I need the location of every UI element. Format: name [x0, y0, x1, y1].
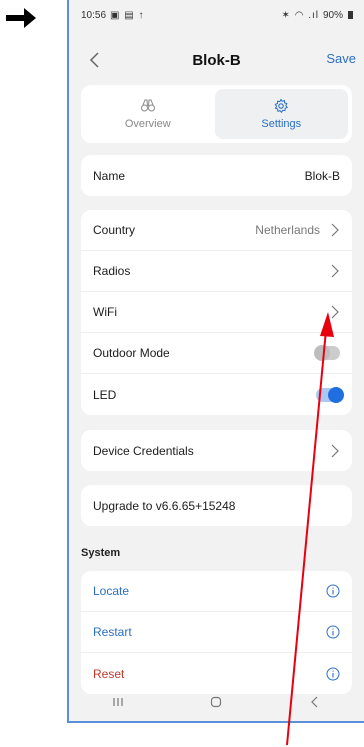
locate-row[interactable]: Locate	[81, 571, 352, 612]
led-label: LED	[93, 387, 117, 402]
credentials-card: Device Credentials	[81, 430, 352, 471]
name-value: Blok-B	[304, 168, 340, 183]
battery-icon	[348, 11, 353, 19]
chevron-right-icon	[331, 444, 339, 457]
led-toggle[interactable]	[316, 386, 344, 403]
tab-settings-label: Settings	[261, 118, 302, 130]
device-credentials-label: Device Credentials	[93, 443, 194, 458]
android-nav-bar	[69, 683, 364, 721]
upgrade-label: Upgrade to v6.6.65+15248	[93, 498, 236, 513]
system-heading: System	[81, 547, 121, 559]
signal-icons: ✶ ◠ .ıl	[281, 9, 319, 21]
right-arrow-icon	[6, 8, 36, 28]
outdoor-mode-label: Outdoor Mode	[93, 346, 170, 360]
tab-overview[interactable]: Overview	[81, 85, 215, 143]
binoculars-icon	[140, 99, 155, 112]
status-bar: 10:56 ▣ ▤ ↑ ✶ ◠ .ıl 90%	[69, 0, 364, 30]
outdoor-mode-toggle[interactable]	[314, 345, 340, 361]
country-value: Netherlands	[255, 223, 320, 237]
status-time: 10:56	[81, 9, 107, 21]
upgrade-card: Upgrade to v6.6.65+15248	[81, 485, 352, 526]
led-row: LED	[81, 374, 352, 415]
page-title: Blok-B	[192, 51, 241, 69]
outdoor-mode-row: Outdoor Mode	[81, 333, 352, 374]
country-label: Country	[93, 223, 136, 237]
radios-row[interactable]: Radios	[81, 251, 352, 292]
battery-level: 90%	[322, 9, 343, 21]
country-row[interactable]: Country Netherlands	[81, 210, 352, 251]
info-icon[interactable]	[326, 584, 340, 598]
chevron-right-icon	[331, 264, 339, 278]
system-card: Locate Restart Reset	[81, 571, 352, 694]
name-label: Name	[93, 168, 126, 183]
toggle-knob	[314, 345, 330, 361]
chevron-right-icon	[331, 223, 339, 237]
home-icon[interactable]	[209, 695, 223, 709]
save-button[interactable]: Save	[326, 51, 356, 66]
info-icon[interactable]	[326, 667, 340, 681]
locate-button[interactable]: Locate	[93, 584, 129, 598]
wifi-label: WiFi	[93, 305, 117, 319]
phone-screen: 10:56 ▣ ▤ ↑ ✶ ◠ .ıl 90% Blok-B Save Over…	[67, 0, 364, 723]
recent-apps-icon[interactable]	[111, 695, 125, 709]
info-icon[interactable]	[326, 625, 340, 639]
nav-bar: Blok-B Save	[69, 44, 364, 76]
name-row[interactable]: Name Blok-B	[81, 155, 352, 196]
tab-settings[interactable]: Settings	[214, 89, 348, 139]
chevron-right-icon	[331, 305, 339, 319]
radios-label: Radios	[93, 264, 131, 278]
device-credentials-row[interactable]: Device Credentials	[81, 430, 352, 471]
restart-button[interactable]: Restart	[93, 625, 132, 639]
back-icon[interactable]	[308, 695, 322, 709]
upgrade-row[interactable]: Upgrade to v6.6.65+15248	[81, 485, 352, 526]
tab-overview-label: Overview	[124, 118, 171, 130]
toggle-knob	[328, 386, 344, 403]
restart-row[interactable]: Restart	[81, 612, 352, 653]
reset-button[interactable]: Reset	[93, 667, 124, 681]
name-card: Name Blok-B	[81, 155, 352, 196]
notification-icons: ▣ ▤ ↑	[110, 9, 145, 21]
wifi-row[interactable]: WiFi	[81, 292, 352, 333]
tab-bar: Overview Settings	[81, 85, 352, 143]
gear-icon	[274, 98, 289, 114]
settings-card: Country Netherlands Radios WiFi Outdoor …	[81, 210, 352, 415]
